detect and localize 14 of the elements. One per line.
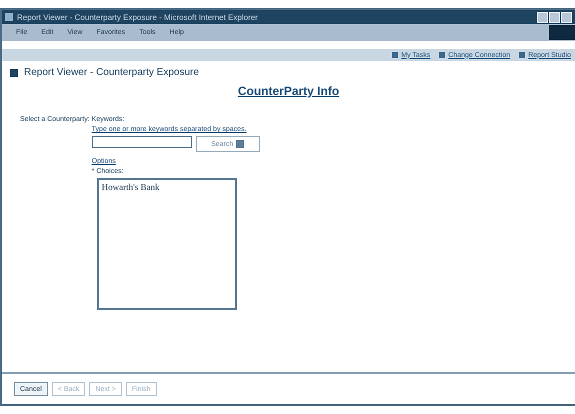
close-icon[interactable] [561, 12, 572, 22]
keywords-field[interactable] [92, 136, 192, 148]
page-title: Report Viewer - Counterparty Exposure [24, 67, 199, 78]
section-title: CounterParty Info [236, 83, 340, 98]
window-title: Report Viewer - Counterparty Exposure - Microsoft Internet Explorer [17, 12, 259, 22]
link-icon [391, 51, 400, 59]
link-icon [438, 51, 446, 59]
square-icon [10, 68, 18, 76]
minimize-icon[interactable] [537, 12, 548, 22]
search-icon [236, 140, 244, 148]
maximize-icon[interactable] [549, 12, 560, 22]
choices-list[interactable]: Howarth's Bank [96, 178, 237, 310]
link-icon [518, 51, 526, 59]
list-item[interactable]: Howarth's Bank [100, 182, 233, 192]
